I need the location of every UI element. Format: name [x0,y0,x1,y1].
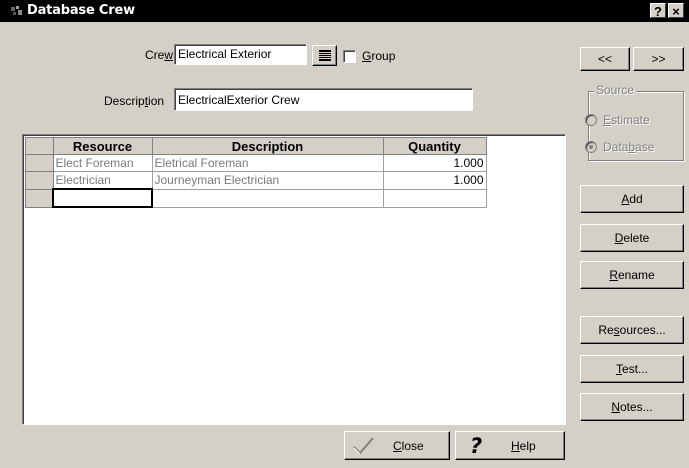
cell-resource[interactable]: Elect Foreman [52,154,153,172]
close-button-label: Close [393,439,424,453]
resources-button[interactable]: Resources... [580,316,684,344]
row-selector[interactable] [25,154,54,172]
database-label[interactable]: Database [603,140,654,154]
column-header-resource[interactable]: Resource [52,137,153,155]
next-button[interactable]: >> [633,47,684,71]
cell-quantity[interactable]: 1.000 [382,171,487,190]
close-title-button[interactable]: × [668,3,684,19]
checkmark-icon [353,437,374,455]
notes-button[interactable]: Notes... [580,393,684,421]
delete-button[interactable]: Delete [580,224,684,252]
source-legend: Source [594,83,637,97]
group-checkbox[interactable] [343,50,356,63]
row-header-corner [25,137,54,155]
resource-table: Resource Description Quantity Elect Fore… [25,137,487,208]
app-icon [11,6,22,15]
previous-button[interactable]: << [580,47,630,71]
table-row[interactable]: Elect Foreman Eletrical Foreman 1.000 [25,154,487,172]
add-button[interactable]: Add [580,185,684,213]
list-icon [318,50,331,61]
window-title: Database Crew [27,3,135,18]
row-selector[interactable] [25,188,54,208]
help-button-label: Help [511,439,536,453]
cell-description[interactable]: Journeyman Electrician [151,171,384,190]
help-button[interactable]: ? Help [455,431,565,460]
help-title-button[interactable]: ? [650,3,666,19]
resource-grid[interactable]: Resource Description Quantity Elect Fore… [22,134,566,425]
column-header-description[interactable]: Description [151,137,384,155]
test-button[interactable]: Test... [580,355,684,383]
table-row-new[interactable] [25,188,487,208]
title-bar[interactable]: Database Crew ? × [0,0,689,22]
group-label[interactable]: Group [362,49,395,63]
database-radio[interactable] [585,141,597,153]
estimate-radio[interactable] [585,114,597,126]
estimate-label[interactable]: Estimate [603,113,650,127]
crew-list-button[interactable] [312,45,337,66]
description-field[interactable]: ElectricalExterior Crew [174,88,473,111]
crew-label-text: Crew [145,48,174,62]
database-crew-dialog: Database Crew ? × Crew Electrical Exteri… [0,0,689,468]
cell-description[interactable]: Eletrical Foreman [151,154,384,172]
cell-description[interactable] [151,188,384,208]
table-header-row: Resource Description Quantity [25,137,487,155]
row-selector[interactable] [25,171,54,190]
cell-resource-active[interactable] [52,188,153,208]
column-header-quantity[interactable]: Quantity [382,137,487,155]
cell-quantity[interactable] [382,188,487,208]
crew-field[interactable]: Electrical Exterior [174,44,307,65]
description-label: Description [104,94,165,108]
cell-resource[interactable]: Electrician [52,171,153,190]
question-icon: ? [470,434,483,458]
close-button[interactable]: Close [344,431,450,460]
crew-label: Crew [145,48,173,62]
cell-quantity[interactable]: 1.000 [382,154,487,172]
table-row[interactable]: Electrician Journeyman Electrician 1.000 [25,171,487,190]
rename-button[interactable]: Rename [580,261,684,289]
